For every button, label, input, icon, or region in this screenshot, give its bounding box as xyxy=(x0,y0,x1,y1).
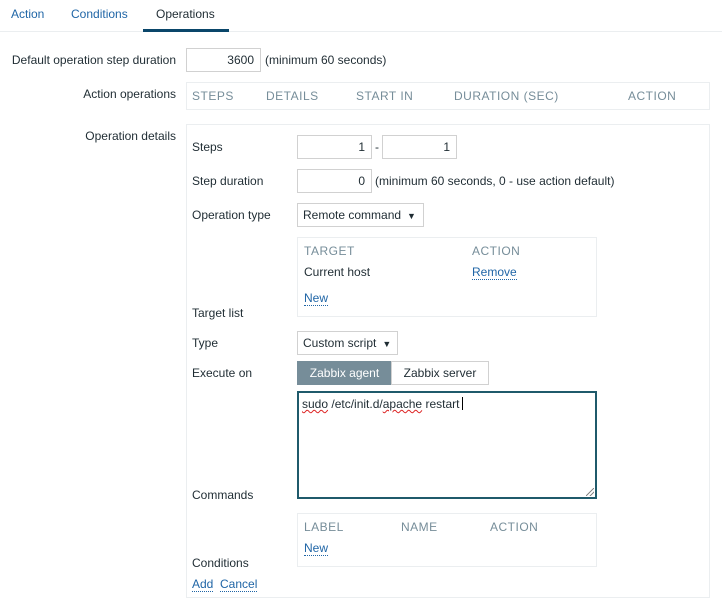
new-condition-link[interactable]: New xyxy=(304,541,329,556)
action-operations-table: STEPS DETAILS START IN DURATION (SEC) AC… xyxy=(186,82,710,110)
target-list-table: TARGET ACTION Current host Remove New xyxy=(297,237,597,317)
column-header: ACTION xyxy=(490,520,539,534)
command-text-part: apache xyxy=(382,397,423,411)
type-label: Type xyxy=(192,336,219,350)
action-operations-label: Action operations xyxy=(83,87,176,101)
step-duration-input[interactable]: 0 xyxy=(297,169,372,193)
steps-label: Steps xyxy=(192,140,223,154)
default-step-duration-input[interactable]: 3600 xyxy=(186,48,261,72)
command-text-part: sudo xyxy=(302,397,329,411)
dropdown-caret-icon: ▼ xyxy=(382,339,392,349)
commands-textarea[interactable]: sudo /etc/init.d/apache restart xyxy=(297,391,597,499)
operation-details-label: Operation details xyxy=(85,129,176,143)
column-header: STEPS xyxy=(192,89,234,103)
execute-on-label: Execute on xyxy=(192,366,253,380)
execute-on-zabbix-server[interactable]: Zabbix server xyxy=(391,361,489,385)
operation-type-select[interactable]: Remote command ▼ xyxy=(297,203,424,227)
tab-bar: Action Conditions Operations xyxy=(0,0,722,32)
target-list-label: Target list xyxy=(192,306,244,320)
conditions-table: LABEL NAME ACTION New xyxy=(297,513,597,567)
column-header: TARGET xyxy=(304,244,355,258)
resize-grip-icon[interactable] xyxy=(586,488,594,496)
default-step-duration-label: Default operation step duration xyxy=(11,53,176,67)
step-duration-hint: (minimum 60 seconds, 0 - use action defa… xyxy=(375,174,615,188)
default-step-duration-hint: (minimum 60 seconds) xyxy=(265,53,387,67)
steps-to-input[interactable]: 1 xyxy=(382,135,457,159)
command-text-part: /etc/init.d/ xyxy=(328,397,383,411)
column-header: DETAILS xyxy=(266,89,319,103)
remove-target-link[interactable]: Remove xyxy=(472,265,517,280)
tab-conditions[interactable]: Conditions xyxy=(71,7,128,21)
steps-from-input[interactable]: 1 xyxy=(297,135,372,159)
new-target-link[interactable]: New xyxy=(304,291,329,306)
column-header: ACTION xyxy=(472,244,521,258)
column-header: START IN xyxy=(356,89,414,103)
steps-separator: - xyxy=(375,140,379,154)
column-header: LABEL xyxy=(304,520,344,534)
command-text-part: restart xyxy=(422,397,460,411)
operation-type-value: Remote command xyxy=(303,208,402,222)
tab-action[interactable]: Action xyxy=(11,7,44,21)
tab-operations[interactable]: Operations xyxy=(156,7,215,21)
type-select[interactable]: Custom script ▼ xyxy=(297,331,398,355)
text-cursor xyxy=(462,397,464,410)
cancel-operation-link[interactable]: Cancel xyxy=(220,577,258,592)
column-header: DURATION (SEC) xyxy=(454,89,559,103)
step-duration-label: Step duration xyxy=(192,174,264,188)
commands-label: Commands xyxy=(192,488,254,502)
column-header: NAME xyxy=(401,520,438,534)
column-header: ACTION xyxy=(628,89,677,103)
add-operation-link[interactable]: Add xyxy=(192,577,214,592)
dropdown-caret-icon: ▼ xyxy=(407,211,416,221)
operation-type-label: Operation type xyxy=(192,208,271,222)
type-value: Custom script xyxy=(303,336,377,350)
conditions-label: Conditions xyxy=(192,556,249,570)
active-tab-indicator xyxy=(143,29,229,32)
target-cell: Current host xyxy=(304,265,371,279)
execute-on-zabbix-agent[interactable]: Zabbix agent xyxy=(297,361,392,385)
